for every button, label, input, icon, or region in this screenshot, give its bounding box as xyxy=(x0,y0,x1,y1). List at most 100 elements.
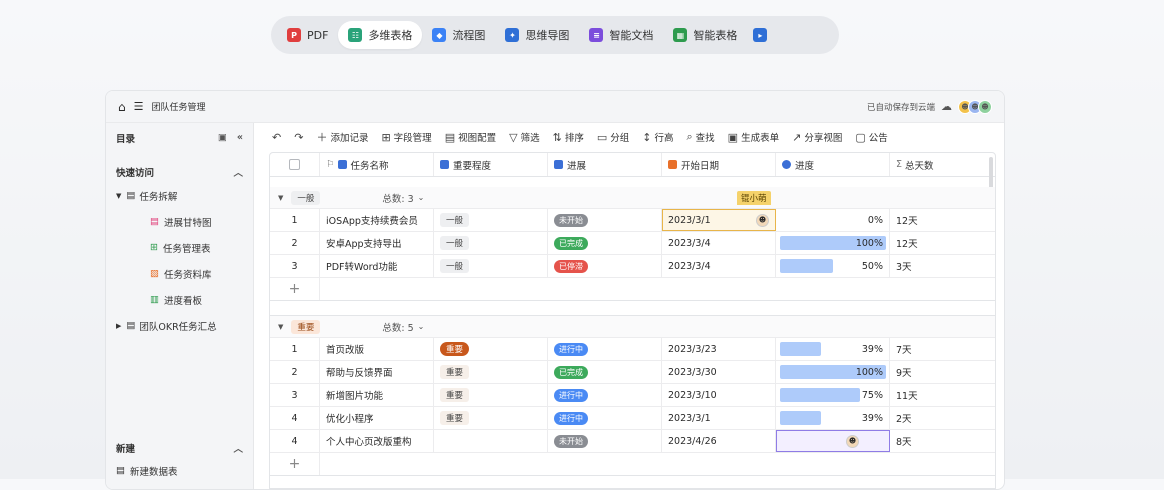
table-row[interactable]: 4 个人中心页改版重构 未开始 2023/4/26 ☻ 8天 xyxy=(270,430,995,453)
cell-task-name[interactable]: 优化小程序 xyxy=(320,407,434,429)
cell-priority[interactable]: 一般 xyxy=(434,255,548,277)
column-header-name[interactable]: ⚐ 任务名称 xyxy=(320,153,434,176)
column-header-start-date[interactable]: 开始日期 xyxy=(662,153,776,176)
cell-priority[interactable]: 一般 xyxy=(434,209,548,231)
cell-status[interactable]: 未开始 xyxy=(548,430,662,452)
cell-task-name[interactable]: 新增图片功能 xyxy=(320,384,434,406)
column-header-progress[interactable]: 进度 xyxy=(776,153,890,176)
add-row[interactable]: + xyxy=(270,453,995,475)
row-height-button[interactable]: ↕ 行高 xyxy=(642,130,673,145)
tab-spreadsheet[interactable]: ▦ 智能表格 xyxy=(663,21,747,49)
cell-status[interactable]: 进行中 xyxy=(548,407,662,429)
cell-progress[interactable]: 50% xyxy=(776,255,890,277)
cell-progress[interactable]: ☻ xyxy=(776,430,890,452)
cell-priority[interactable]: 重要 xyxy=(434,384,548,406)
plus-icon[interactable]: + xyxy=(270,453,320,475)
field-manage-button[interactable]: ⊞ 字段管理 xyxy=(381,130,431,145)
tab-table[interactable]: ☷ 多维表格 xyxy=(338,21,423,49)
cell-progress[interactable]: 0% xyxy=(776,209,890,231)
chevron-down-icon[interactable]: ⌄ xyxy=(418,322,425,331)
notice-button[interactable]: ▢ 公告 xyxy=(855,130,887,145)
table-row[interactable]: 4 优化小程序 重要 进行中 2023/3/1 39% 2天 xyxy=(270,407,995,430)
add-record-button[interactable]: ＋添加记录 xyxy=(316,129,368,145)
cell-start-date[interactable]: 2023/3/23 xyxy=(662,338,776,360)
cell-task-name[interactable]: 首页改版 xyxy=(320,338,434,360)
share-view-button[interactable]: ↗ 分享视图 xyxy=(792,130,842,145)
cell-priority[interactable] xyxy=(434,430,548,452)
plus-icon[interactable]: + xyxy=(270,278,320,300)
table-row[interactable]: 1 iOSApp支持续费会员 一般 未开始 2023/3/1 ☻ 0% 12天 xyxy=(270,209,995,232)
cell-progress[interactable]: 39% xyxy=(776,338,890,360)
cell-priority[interactable]: 重要 xyxy=(434,407,548,429)
collapse-panel-icon[interactable]: ▣ xyxy=(218,132,227,143)
table-row[interactable]: 2 帮助与反馈界面 重要 已完成 2023/3/30 100% 9天 xyxy=(270,361,995,384)
cell-progress[interactable]: 100% xyxy=(776,232,890,254)
cell-progress[interactable]: 75% xyxy=(776,384,890,406)
view-config-button[interactable]: ▤ 视图配置 xyxy=(445,130,496,145)
tab-flowchart[interactable]: ◆ 流程图 xyxy=(422,21,495,49)
cell-status[interactable]: 已停滞 xyxy=(548,255,662,277)
cell-start-date[interactable]: 2023/3/30 xyxy=(662,361,776,383)
column-header-priority[interactable]: 重要程度 xyxy=(434,153,548,176)
cell-priority[interactable]: 重要 xyxy=(434,361,548,383)
collaborator-avatars[interactable]: ☻ ☻ ☻ xyxy=(958,99,992,114)
sidebar-folder-okr[interactable]: ▶ ▤ 团队OKR任务汇总 xyxy=(106,313,253,338)
cell-status[interactable]: 进行中 xyxy=(548,338,662,360)
cell-start-date[interactable]: 2023/3/1 xyxy=(662,407,776,429)
cell-start-date[interactable]: 2023/3/4 xyxy=(662,255,776,277)
table-row[interactable]: 2 安卓App支持导出 一般 已完成 2023/3/4 100% 12天 xyxy=(270,232,995,255)
group-header[interactable]: ▼ 一般 总数: 3 ⌄ 锟小萌 xyxy=(270,187,995,209)
cell-progress[interactable]: 100% xyxy=(776,361,890,383)
add-row[interactable]: + xyxy=(270,278,995,300)
tab-mindmap[interactable]: ✦ 思维导图 xyxy=(495,21,579,49)
sidebar-folder-task-breakdown[interactable]: ▼ ▤ 任务拆解 xyxy=(106,183,253,208)
sort-button[interactable]: ⇅ 排序 xyxy=(553,130,584,145)
select-all-checkbox[interactable] xyxy=(270,153,320,176)
cell-start-date[interactable]: 2023/4/26 xyxy=(662,430,776,452)
cell-start-date[interactable]: 2023/3/10 xyxy=(662,384,776,406)
cell-task-name[interactable]: 安卓App支持导出 xyxy=(320,232,434,254)
cell-start-date[interactable]: 2023/3/4 xyxy=(662,232,776,254)
sidebar-item-gantt[interactable]: ▤ 进展甘特图 xyxy=(106,209,253,234)
cell-task-name[interactable]: 帮助与反馈界面 xyxy=(320,361,434,383)
caret-down-icon[interactable]: ▼ xyxy=(278,194,283,202)
menu-icon[interactable]: ☰ xyxy=(134,100,144,113)
more-tab-icon[interactable]: ▸ xyxy=(753,28,768,42)
cell-status[interactable]: 未开始 xyxy=(548,209,662,231)
table-row[interactable]: 3 新增图片功能 重要 进行中 2023/3/10 75% 11天 xyxy=(270,384,995,407)
chevron-up-icon[interactable]: ︿ xyxy=(233,441,243,455)
cell-priority[interactable]: 一般 xyxy=(434,232,548,254)
cell-priority[interactable]: 重要 xyxy=(434,338,548,360)
search-button[interactable]: ⌕ 查找 xyxy=(686,130,714,144)
quick-access-header[interactable]: 快速访问 ︿ xyxy=(106,159,253,184)
column-header-total-days[interactable]: Σ 总天数 xyxy=(890,153,990,176)
sidebar-item-kanban[interactable]: ▥ 进度看板 xyxy=(106,287,253,312)
cell-progress[interactable]: 39% xyxy=(776,407,890,429)
cell-status[interactable]: 已完成 xyxy=(548,232,662,254)
new-section-header[interactable]: 新建 ︿ xyxy=(106,435,253,460)
sidebar-item-grid[interactable]: ⊞ 任务管理表 xyxy=(106,235,253,260)
undo-icon[interactable]: ↶ xyxy=(272,131,281,144)
cell-task-name[interactable]: iOSApp支持续费会员 xyxy=(320,209,434,231)
tab-pdf[interactable]: P PDF xyxy=(277,21,338,49)
cell-status[interactable]: 进行中 xyxy=(548,384,662,406)
home-icon[interactable]: ⌂ xyxy=(118,100,126,114)
double-chevron-left-icon[interactable]: « xyxy=(237,132,243,143)
table-row[interactable]: 3 PDF转Word功能 一般 已停滞 2023/3/4 50% 3天 xyxy=(270,255,995,278)
group-header[interactable]: ▼ 重要 总数: 5 ⌄ xyxy=(270,316,995,338)
cell-task-name[interactable]: 个人中心页改版重构 xyxy=(320,430,434,452)
tab-document[interactable]: ≡ 智能文档 xyxy=(579,21,663,49)
column-header-status[interactable]: 进展 xyxy=(548,153,662,176)
table-row[interactable]: 1 首页改版 重要 进行中 2023/3/23 39% 7天 xyxy=(270,338,995,361)
generate-form-button[interactable]: ▣ 生成表单 xyxy=(728,130,779,145)
cell-start-date[interactable]: 2023/3/1 ☻ xyxy=(662,209,776,231)
chevron-down-icon[interactable]: ⌄ xyxy=(418,193,425,202)
chevron-up-icon[interactable]: ︿ xyxy=(233,165,243,179)
caret-down-icon[interactable]: ▼ xyxy=(278,323,283,331)
new-datasheet-item[interactable]: ▤ 新建数据表 xyxy=(106,458,253,483)
redo-icon[interactable]: ↷ xyxy=(294,131,303,144)
group-button[interactable]: ▭ 分组 xyxy=(597,130,629,145)
cell-status[interactable]: 已完成 xyxy=(548,361,662,383)
sidebar-item-gallery[interactable]: ▧ 任务资料库 xyxy=(106,261,253,286)
doc-title[interactable]: 团队任务管理 xyxy=(152,100,206,113)
